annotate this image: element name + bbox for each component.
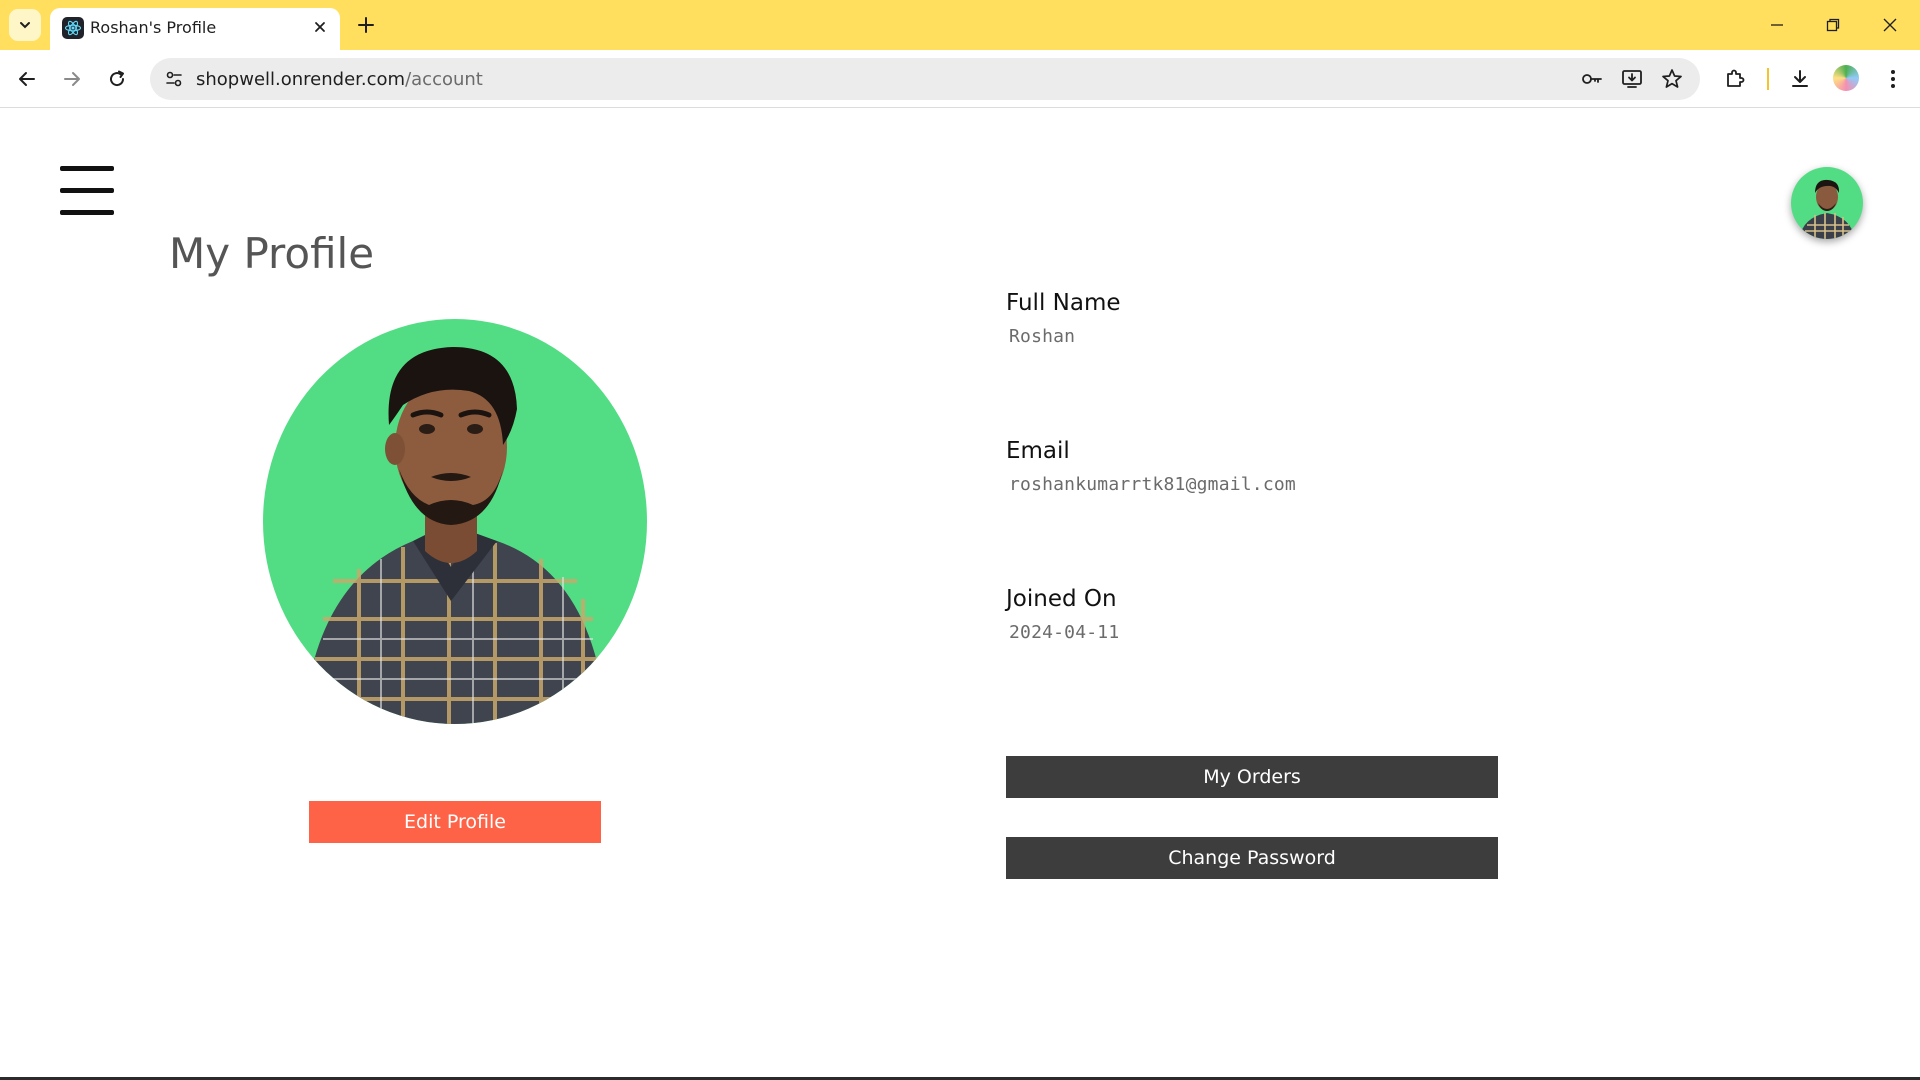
install-icon [1622, 70, 1642, 88]
forward-button[interactable] [55, 62, 89, 96]
hamburger-menu-icon[interactable] [60, 166, 114, 216]
toolbar-separator [1767, 68, 1769, 90]
browser-profile-icon[interactable] [1833, 65, 1859, 91]
active-tab[interactable]: Roshan's Profile [50, 8, 340, 50]
reload-button[interactable] [100, 62, 134, 96]
new-tab-button[interactable] [352, 11, 380, 39]
install-app-button[interactable] [1618, 65, 1646, 93]
email-label: Email [1006, 438, 1070, 464]
url-text[interactable]: shopwell.onrender.com/account [196, 69, 483, 90]
change-password-button[interactable]: Change Password [1006, 837, 1498, 879]
full-name-value: Roshan [1009, 326, 1076, 347]
address-bar[interactable]: shopwell.onrender.com/account [150, 58, 1700, 100]
edit-profile-button[interactable]: Edit Profile [309, 801, 601, 843]
plus-icon [358, 17, 374, 33]
extensions-button[interactable] [1718, 62, 1752, 96]
minimize-button[interactable] [1760, 10, 1794, 40]
site-info-button[interactable] [160, 65, 188, 93]
restore-icon [1826, 18, 1840, 32]
user-avatar-large [263, 319, 647, 724]
url-host: shopwell.onrender.com [196, 69, 406, 90]
downloads-button[interactable] [1783, 62, 1817, 96]
tab-title: Roshan's Profile [90, 18, 217, 37]
tab-strip: Roshan's Profile [0, 0, 1920, 50]
close-icon [1883, 18, 1897, 32]
restore-button[interactable] [1816, 10, 1850, 40]
download-icon [1792, 70, 1808, 87]
password-key-button[interactable] [1578, 65, 1606, 93]
page-title: My Profile [169, 229, 375, 278]
arrow-right-icon [64, 72, 80, 86]
puzzle-icon [1727, 69, 1745, 87]
reload-icon [110, 70, 125, 87]
kebab-menu-icon [1891, 70, 1895, 88]
url-path: /account [405, 69, 483, 90]
key-icon [1582, 74, 1602, 84]
bookmark-button[interactable] [1658, 65, 1686, 93]
user-avatar-small[interactable] [1791, 167, 1863, 239]
tab-close-button[interactable] [308, 15, 332, 39]
profile-page: My Profile Edit Profile Full Name Roshan… [0, 109, 1920, 1080]
minimize-icon [1771, 24, 1783, 26]
close-window-button[interactable] [1873, 10, 1907, 40]
email-value: roshankumarrtk81@gmail.com [1009, 474, 1296, 495]
back-button[interactable] [10, 62, 44, 96]
browser-menu-button[interactable] [1876, 62, 1910, 96]
arrow-left-icon [19, 72, 35, 86]
joined-on-label: Joined On [1006, 586, 1117, 612]
joined-on-value: 2024-04-11 [1009, 622, 1120, 643]
chevron-down-icon [20, 22, 30, 29]
tab-search-button[interactable] [9, 9, 41, 41]
star-icon [1662, 69, 1682, 88]
full-name-label: Full Name [1006, 290, 1121, 316]
my-orders-button[interactable]: My Orders [1006, 756, 1498, 798]
react-favicon-icon [62, 17, 84, 39]
tune-icon [166, 71, 182, 87]
close-icon [315, 22, 325, 32]
